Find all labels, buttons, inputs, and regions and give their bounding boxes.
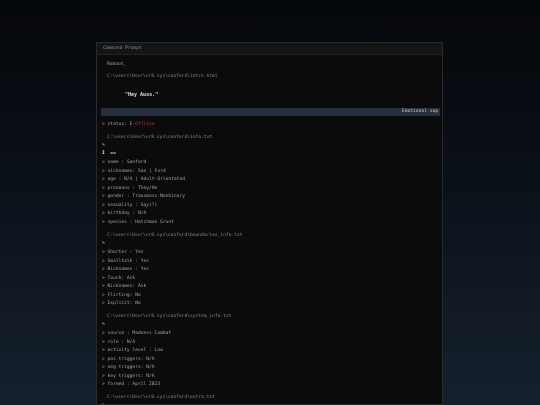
boundaries-cursor: % [102,241,105,246]
boundaries-line: > Nicknames : Yes [102,267,150,272]
info-line: > age : N/A | Adult-Orientated [102,177,185,182]
system-path: C:\users\User\vr8.sys\sanford\system_inf… [107,314,232,319]
status-bar-label: Emotional sup [402,109,438,114]
system-cursor: % [102,322,105,327]
boundaries-line: > Flirting: No [102,292,141,298]
boundaries-line: > Explicit: No [102,301,141,306]
status-line: > status: E-Offline [102,121,155,129]
info-line: > pronouns : They/He [102,185,158,191]
info-marker: I == [102,151,116,156]
info-line: > sexuality : Gay(?) [102,202,158,208]
terminal-content: Reboot_ C:\users\User\vr8.sys\sanford\in… [97,55,442,404]
boundaries-line: > Shorter : Yes [102,250,144,255]
extra-path: C:\users\User\vr8.sys\sanford\extra.txt [107,395,215,400]
intro-path: C:\users\User\vr8.sys\sanford\intro.html [107,74,218,79]
boundaries-line: > Smalltalk : Yes [102,258,150,264]
info-path: C:\users\User\vr8.sys\sanford\info.txt [107,135,213,140]
info-line: > species : Hatchman Grunt [102,219,174,225]
command-prompt-window: Command Prompt Reboot_ C:\users\User\vr8… [96,42,443,405]
system-line: > neg triggers: N/A [102,365,155,370]
status-label: > status: [102,122,130,127]
system-line: > key triggers: N/A [102,373,155,379]
status-value: Offline [135,122,155,127]
info-line: > gender : Transmasc Nonbinary [102,194,185,199]
system-line: > formed : April 2023 [102,382,161,387]
info-line: > birthday : N/A [102,211,147,216]
window-title: Command Prompt [97,43,442,55]
boundaries-path: C:\users\User\vr8.sys\sanford\boundaries… [107,233,243,238]
boundaries-line: > Touch: Ask [102,275,136,281]
system-line: > pos triggers: N/A [102,356,155,362]
status-bar: Emotional sup [101,108,440,116]
system-line: > role : N/A [102,339,136,345]
info-line: > name : Sanford [102,160,147,165]
reboot-command: Reboot_ [107,62,127,67]
system-line: > activity level : Low [102,348,163,353]
system-line: > source : Madness Combat [102,331,172,336]
info-line: > nicknames: San | Ford [102,168,166,174]
boundaries-line: > Nicknames: Ask [102,284,147,289]
greeting-text: "Hey Auss." [125,92,159,98]
